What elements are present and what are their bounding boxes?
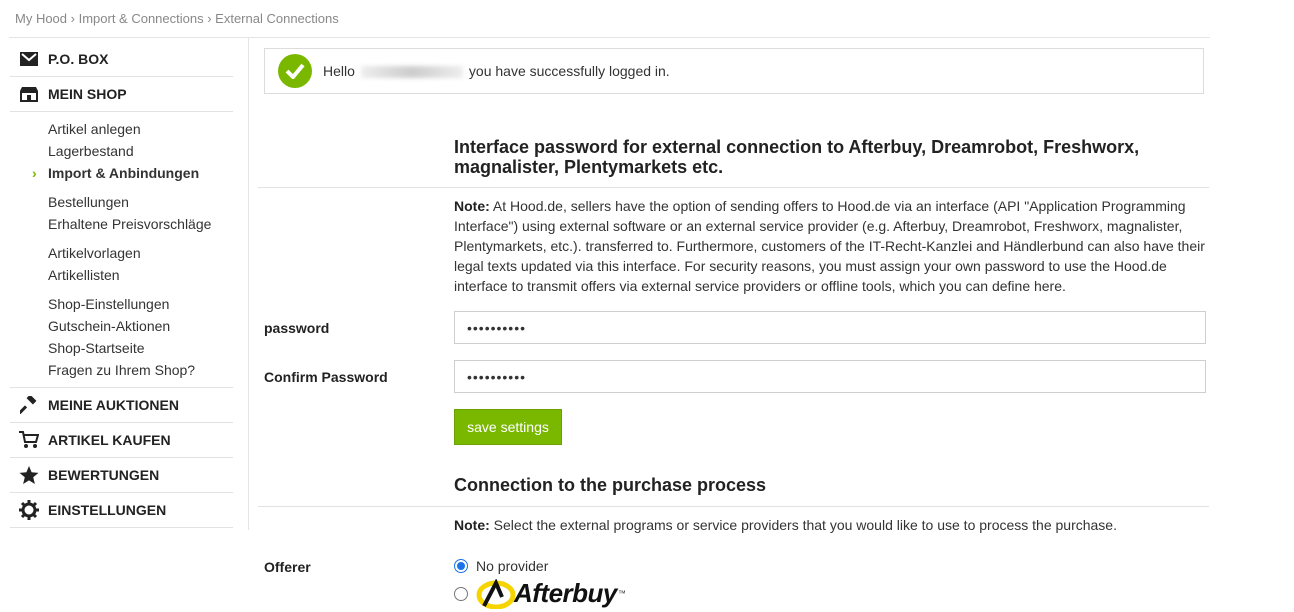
option-no-provider[interactable]: No provider	[454, 558, 548, 574]
interface-note: Note: At Hood.de, sellers have the optio…	[454, 198, 1205, 294]
sidebar-subitem-import-anbindungen[interactable]: › Import & Anbindungen	[10, 162, 233, 184]
sidebar-subitem-shop-einstellungen[interactable]: Shop-Einstellungen	[10, 293, 233, 315]
purchase-process-heading: Connection to the purchase process	[454, 475, 767, 495]
option-afterbuy[interactable]: Afterbuy ™	[454, 577, 626, 609]
gavel-icon	[19, 395, 39, 415]
section-divider	[258, 187, 1209, 188]
sidebar-label: ARTIKEL KAUFEN	[48, 432, 171, 448]
afterbuy-logo: Afterbuy ™	[476, 577, 626, 609]
sidebar-item-mein-shop[interactable]: MEIN SHOP	[10, 77, 233, 112]
sidebar-subitem-shop-startseite[interactable]: Shop-Startseite	[10, 337, 233, 359]
save-settings-button[interactable]: save settings	[454, 409, 562, 445]
password-label: password	[264, 320, 330, 336]
top-divider	[9, 37, 1210, 38]
purchase-note: Note: Select the external programs or se…	[454, 517, 1117, 533]
cart-icon	[19, 430, 39, 450]
offerer-label: Offerer	[264, 559, 311, 575]
sidebar-subitem-artikellisten[interactable]: Artikellisten	[10, 264, 233, 286]
afterbuy-logo-mark	[476, 577, 516, 609]
breadcrumb: My Hood › Import & Connections › Externa…	[15, 11, 339, 26]
checkmark-icon	[278, 54, 312, 88]
sidebar-subitem-fragen[interactable]: Fragen zu Ihrem Shop?	[10, 359, 233, 381]
sidebar-subitem-preisvorschlaege[interactable]: Erhaltene Preisvorschläge	[10, 213, 233, 235]
sidebar-item-meine-auktionen[interactable]: MEINE AUKTIONEN	[10, 387, 233, 423]
login-success-banner: Hello you have successfully logged in.	[264, 48, 1204, 94]
sidebar-subitem-artikelvorlagen[interactable]: Artikelvorlagen	[10, 242, 233, 264]
sidebar-item-artikel-kaufen[interactable]: ARTIKEL KAUFEN	[10, 423, 233, 458]
sidebar-label: MEIN SHOP	[48, 86, 127, 102]
shop-icon	[19, 84, 39, 104]
sidebar-item-bewertungen[interactable]: BEWERTUNGEN	[10, 458, 233, 493]
sidebar-subitem-bestellungen[interactable]: Bestellungen	[10, 191, 233, 213]
sidebar-subitem-lagerbestand[interactable]: Lagerbestand	[10, 140, 233, 162]
radio-no-provider[interactable]	[454, 559, 468, 573]
interface-password-heading: Interface password for external connecti…	[454, 137, 1140, 177]
sidebar: P.O. BOX MEIN SHOP Artikel anlegen Lager…	[10, 42, 233, 528]
sidebar-subitem-gutschein-aktionen[interactable]: Gutschein-Aktionen	[10, 315, 233, 337]
gear-icon	[19, 500, 39, 520]
sidebar-subitem-artikel-anlegen[interactable]: Artikel anlegen	[10, 118, 233, 140]
sidebar-label: P.O. BOX	[48, 51, 109, 67]
breadcrumb-import-connections[interactable]: Import & Connections	[79, 11, 204, 26]
sidebar-label: MEINE AUKTIONEN	[48, 397, 179, 413]
star-icon	[19, 465, 39, 485]
breadcrumb-external-connections: External Connections	[215, 11, 339, 26]
success-message: Hello you have successfully logged in.	[323, 63, 670, 79]
sidebar-label: EINSTELLUNGEN	[48, 502, 167, 518]
confirm-password-input[interactable]	[454, 360, 1206, 393]
sidebar-item-po-box[interactable]: P.O. BOX	[10, 42, 233, 77]
redacted-username	[360, 66, 463, 79]
radio-afterbuy[interactable]	[454, 586, 468, 601]
envelope-icon	[19, 49, 39, 69]
sidebar-divider	[248, 38, 249, 530]
section-divider	[258, 506, 1209, 507]
breadcrumb-my-hood[interactable]: My Hood	[15, 11, 67, 26]
password-input[interactable]	[454, 311, 1206, 344]
confirm-password-label: Confirm Password	[264, 369, 388, 385]
chevron-right-icon: ›	[32, 165, 37, 181]
sidebar-label: BEWERTUNGEN	[48, 467, 160, 483]
sidebar-item-einstellungen[interactable]: EINSTELLUNGEN	[10, 493, 233, 528]
